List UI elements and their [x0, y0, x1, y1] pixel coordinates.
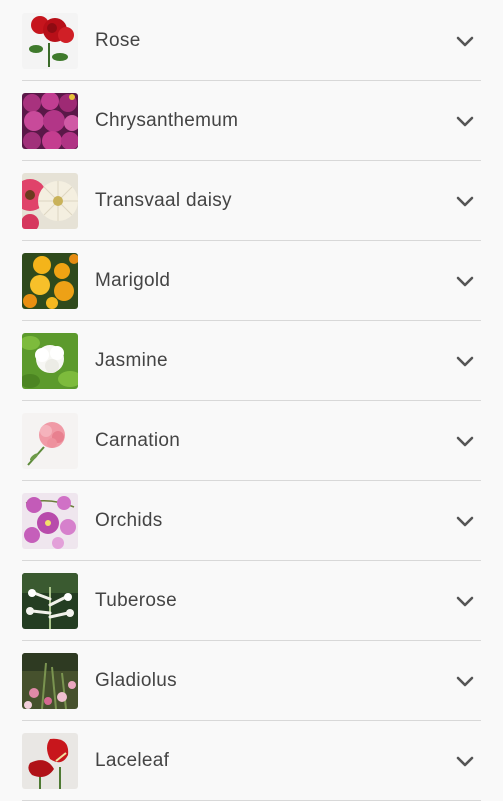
transvaal-daisy-thumbnail-icon	[22, 173, 78, 229]
chevron-down-icon[interactable]	[455, 31, 475, 51]
list-item-rose[interactable]: Rose	[0, 1, 503, 81]
list-item-tuberose[interactable]: Tuberose	[0, 561, 503, 641]
orchids-thumbnail-icon	[22, 493, 78, 549]
chevron-down-icon[interactable]	[455, 191, 475, 211]
gladiolus-thumbnail-icon	[22, 653, 78, 709]
chevron-down-icon[interactable]	[455, 751, 475, 771]
chevron-down-icon[interactable]	[455, 351, 475, 371]
item-label: Laceleaf	[95, 750, 170, 771]
list-item-gladiolus[interactable]: Gladiolus	[0, 641, 503, 721]
list-item-carnation[interactable]: Carnation	[0, 401, 503, 481]
tuberose-thumbnail-icon	[22, 573, 78, 629]
carnation-thumbnail-icon	[22, 413, 78, 469]
list-item-chrysanthemum[interactable]: Chrysanthemum	[0, 81, 503, 161]
item-label: Orchids	[95, 510, 163, 531]
item-label: Gladiolus	[95, 670, 177, 691]
chrysanthemum-thumbnail-icon	[22, 93, 78, 149]
item-label: Chrysanthemum	[95, 110, 239, 131]
item-label: Jasmine	[95, 350, 168, 371]
rose-thumbnail-icon	[22, 13, 78, 69]
chevron-down-icon[interactable]	[455, 591, 475, 611]
chevron-down-icon[interactable]	[455, 431, 475, 451]
item-label: Marigold	[95, 270, 171, 291]
list-item-transvaal-daisy[interactable]: Transvaal daisy	[0, 161, 503, 241]
item-label: Tuberose	[95, 590, 177, 611]
list-item-laceleaf[interactable]: Laceleaf	[0, 721, 503, 801]
list-item-orchids[interactable]: Orchids	[0, 481, 503, 561]
jasmine-thumbnail-icon	[22, 333, 78, 389]
chevron-down-icon[interactable]	[455, 271, 475, 291]
chevron-down-icon[interactable]	[455, 511, 475, 531]
item-label: Carnation	[95, 430, 181, 451]
marigold-thumbnail-icon	[22, 253, 78, 309]
list-item-marigold[interactable]: Marigold	[0, 241, 503, 321]
laceleaf-thumbnail-icon	[22, 733, 78, 789]
chevron-down-icon[interactable]	[455, 111, 475, 131]
list-item-jasmine[interactable]: Jasmine	[0, 321, 503, 401]
flower-list: Rose Chrysanthemum Transvaal daisy Marig…	[0, 0, 503, 801]
chevron-down-icon[interactable]	[455, 671, 475, 691]
item-label: Transvaal daisy	[95, 190, 232, 211]
item-label: Rose	[95, 30, 141, 51]
